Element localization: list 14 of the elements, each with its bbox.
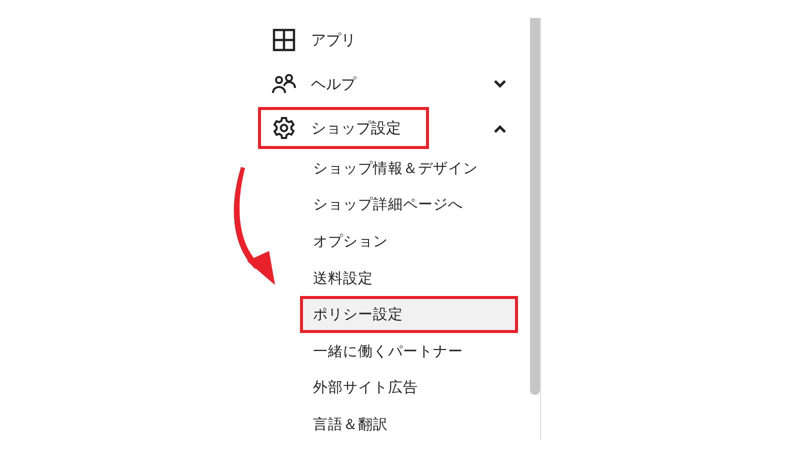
people-icon bbox=[272, 72, 296, 96]
grid-icon bbox=[272, 28, 296, 52]
menu-item[interactable]: アプリ bbox=[258, 18, 530, 62]
menu-item[interactable]: ヘルプ bbox=[258, 62, 530, 106]
submenu-item[interactable]: ショップ情報＆デザイン bbox=[300, 150, 518, 187]
settings-icon bbox=[272, 116, 296, 140]
submenu-item[interactable]: 一緒に働くパートナー bbox=[300, 332, 518, 370]
submenu-item[interactable]: 言語＆翻訳 bbox=[300, 406, 518, 443]
submenu-item[interactable]: ショップ詳細ページへ bbox=[300, 186, 518, 224]
submenu-item[interactable]: 送料設定 bbox=[300, 260, 518, 296]
submenu-item[interactable]: オプション bbox=[300, 223, 518, 260]
menu-item[interactable]: ショップ設定 bbox=[258, 106, 530, 150]
submenu-item[interactable]: 外部サイト広告 bbox=[300, 370, 518, 406]
submenu-item[interactable]: ポリシー設定 bbox=[300, 296, 518, 333]
